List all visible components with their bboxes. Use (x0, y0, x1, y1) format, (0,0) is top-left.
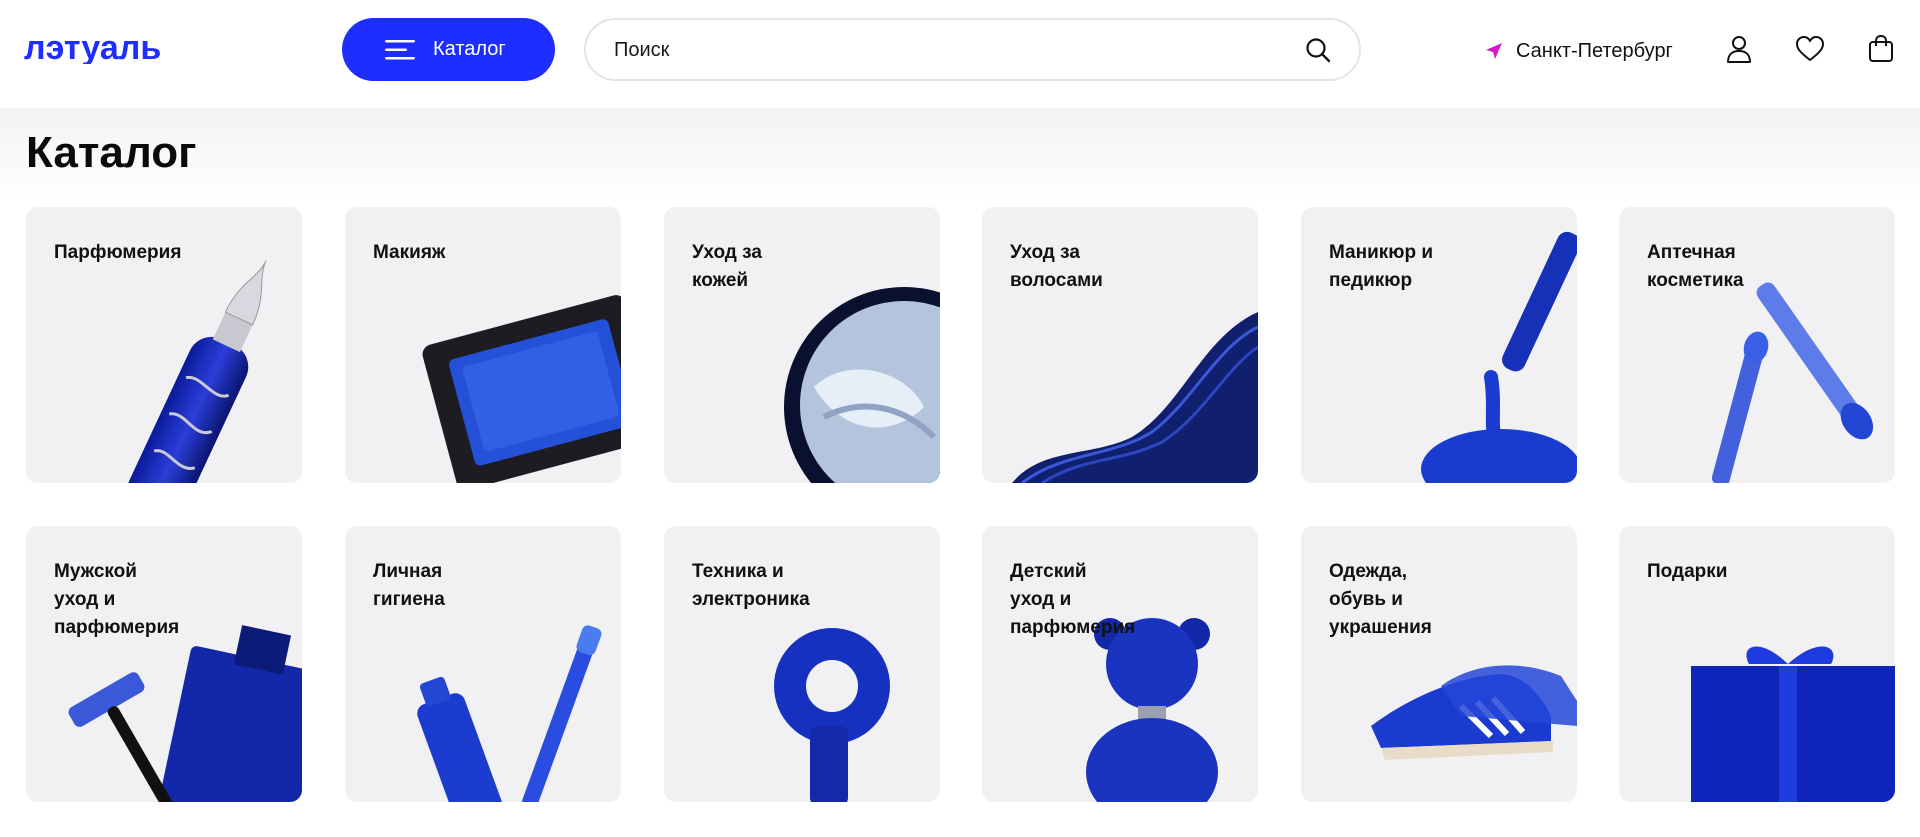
category-card-skincare[interactable]: Уход за кожей (664, 207, 940, 483)
shopping-bag-icon[interactable] (1866, 34, 1896, 64)
category-card-title: Мужской уход и парфюмерия (54, 561, 180, 638)
category-card-mens-care[interactable]: Мужской уход и парфюмерия (26, 526, 302, 802)
profile-icon[interactable] (1724, 34, 1754, 64)
city-selector[interactable]: Санкт-Петербург (1484, 37, 1673, 65)
category-card-kids-care[interactable]: Детский уход и парфюмерия (982, 526, 1258, 802)
category-card-title: Маникюр и педикюр (1329, 242, 1434, 291)
search-box (584, 18, 1361, 81)
category-card-title: Аптечная косметика (1647, 242, 1744, 291)
city-label: Санкт-Петербург (1516, 39, 1673, 62)
category-card-title: Техника и электроника (692, 561, 810, 610)
category-card-haircare[interactable]: Уход за волосами (982, 207, 1258, 483)
category-card-perfume[interactable]: Парфюмерия (26, 207, 302, 483)
svg-text:лэтуаль: лэтуаль (24, 34, 161, 64)
category-card-title: Подарки (1647, 561, 1728, 582)
search-icon[interactable] (1305, 37, 1331, 63)
letual-logo[interactable]: лэтуаль (24, 34, 224, 64)
category-card-clothing[interactable]: Одежда, обувь и украшения (1301, 526, 1577, 802)
category-card-title: Макияж (373, 242, 446, 263)
category-card-makeup[interactable]: Макияж (345, 207, 621, 483)
search-input[interactable] (614, 34, 1264, 66)
category-card-title: Детский уход и парфюмерия (1010, 561, 1136, 638)
category-card-gifts[interactable]: Подарки (1619, 526, 1895, 802)
catalog-button[interactable]: Каталог (342, 18, 555, 81)
catalog-button-label: Каталог (433, 38, 506, 60)
location-arrow-icon (1486, 43, 1502, 59)
category-card-personal-hygiene[interactable]: Личная гигиена (345, 526, 621, 802)
category-card-electronics[interactable]: Техника и электроника (664, 526, 940, 802)
category-card-manicure[interactable]: Маникюр и педикюр (1301, 207, 1577, 483)
category-card-title: Уход за волосами (1010, 242, 1103, 291)
heart-icon[interactable] (1795, 34, 1825, 64)
category-card-title: Одежда, обувь и украшения (1329, 561, 1432, 638)
category-card-pharmacy-cosmetics[interactable]: Аптечная косметика (1619, 207, 1895, 483)
header: лэтуаль Каталог Санкт-Петербург (0, 0, 1920, 108)
menu-icon (385, 40, 415, 60)
header-shadow (0, 108, 1920, 198)
category-card-title: Парфюмерия (54, 242, 182, 263)
page-title: Каталог (26, 128, 197, 177)
category-card-title: Уход за кожей (692, 242, 762, 291)
category-card-title: Личная гигиена (373, 561, 445, 610)
